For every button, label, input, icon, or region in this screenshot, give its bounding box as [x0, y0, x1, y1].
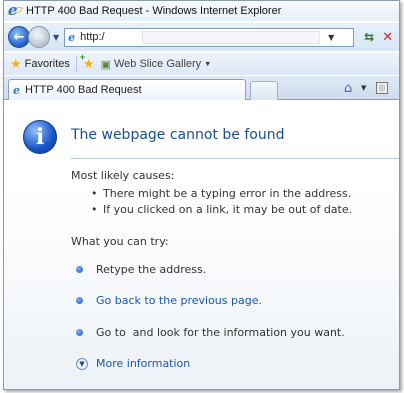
refresh-icon[interactable]: ⇆ — [364, 30, 374, 44]
retype-text: Retype the address. — [96, 263, 207, 276]
add-favorite-icon[interactable]: ★ — [80, 52, 95, 72]
forward-button[interactable]: → — [28, 26, 50, 48]
causes-title: Most likely causes: — [71, 169, 175, 182]
bullet-icon — [76, 266, 83, 273]
tab-page-icon: e — [13, 83, 20, 97]
bullet-icon — [76, 297, 83, 304]
list-item: Go to and look for the information you w… — [76, 326, 345, 339]
bullet-icon — [76, 329, 83, 336]
home-dropdown-icon[interactable]: ▼ — [361, 84, 366, 92]
home-icon[interactable]: ⌂ — [344, 81, 352, 96]
divider — [75, 56, 77, 72]
info-icon: i — [23, 120, 57, 154]
address-bar[interactable]: e http:/ ▼ — [64, 27, 355, 47]
history-dropdown-icon[interactable]: ▼ — [53, 33, 59, 42]
stop-icon[interactable]: ✕ — [382, 30, 393, 45]
tab-bar: e HTTP 400 Bad Request ⌂ ▼ ◎ — [4, 76, 399, 100]
tab-active[interactable]: e HTTP 400 Bad Request — [8, 79, 246, 100]
address-toolbar: ← → ▼ e http:/ ▼ ⇆ ✕ — [4, 23, 399, 51]
new-tab-button[interactable] — [250, 81, 278, 100]
back-button[interactable]: ← — [8, 26, 30, 48]
list-item: Go back to the previous page. — [76, 294, 262, 307]
browser-window: e HTTP 400 Bad Request - Windows Interne… — [3, 0, 400, 390]
go-back-link[interactable]: Go back to the previous page. — [96, 294, 262, 307]
page-content: i The webpage cannot be found Most likel… — [4, 101, 399, 389]
page-icon: e — [68, 30, 76, 44]
list-item: Retype the address. — [76, 263, 206, 276]
causes-list: • There might be a typing error in the ad… — [91, 186, 352, 218]
web-slice-gallery-link[interactable]: Web Slice Gallery — [114, 58, 201, 70]
window-title: HTTP 400 Bad Request - Windows Internet … — [26, 5, 282, 17]
more-information-link[interactable]: ▼ More information — [76, 357, 190, 370]
page-title: The webpage cannot be found — [71, 127, 285, 143]
chevron-down-icon[interactable]: ▼ — [204, 61, 211, 68]
tab-label: HTTP 400 Bad Request — [25, 84, 142, 96]
star-icon: ★ — [10, 56, 22, 71]
title-bar: e HTTP 400 Bad Request - Windows Interne… — [4, 1, 399, 21]
favorites-bar: ★ Favorites ★ ▣ Web Slice Gallery ▼ — [4, 52, 399, 75]
address-dropdown-icon[interactable]: ▼ — [328, 33, 334, 42]
favorites-button[interactable]: Favorites — [25, 58, 70, 70]
chevron-down-icon: ▼ — [76, 357, 88, 370]
forward-icon: → — [33, 29, 45, 45]
list-item: • There might be a typing error in the ad… — [91, 187, 352, 200]
url-field[interactable] — [142, 30, 321, 44]
back-icon: ← — [13, 29, 25, 45]
url-text[interactable]: http:/ — [80, 31, 140, 43]
try-title: What you can try: — [71, 235, 169, 248]
go-to-text: Go to and look for the information you w… — [96, 326, 345, 339]
list-item: • If you clicked on a link, it may be out… — [91, 203, 353, 216]
ie-logo-icon: e — [6, 1, 24, 19]
more-information-label: More information — [96, 357, 191, 370]
divider — [71, 158, 399, 159]
feed-icon[interactable]: ◎ — [376, 82, 388, 94]
web-slice-icon: ▣ — [100, 58, 111, 71]
